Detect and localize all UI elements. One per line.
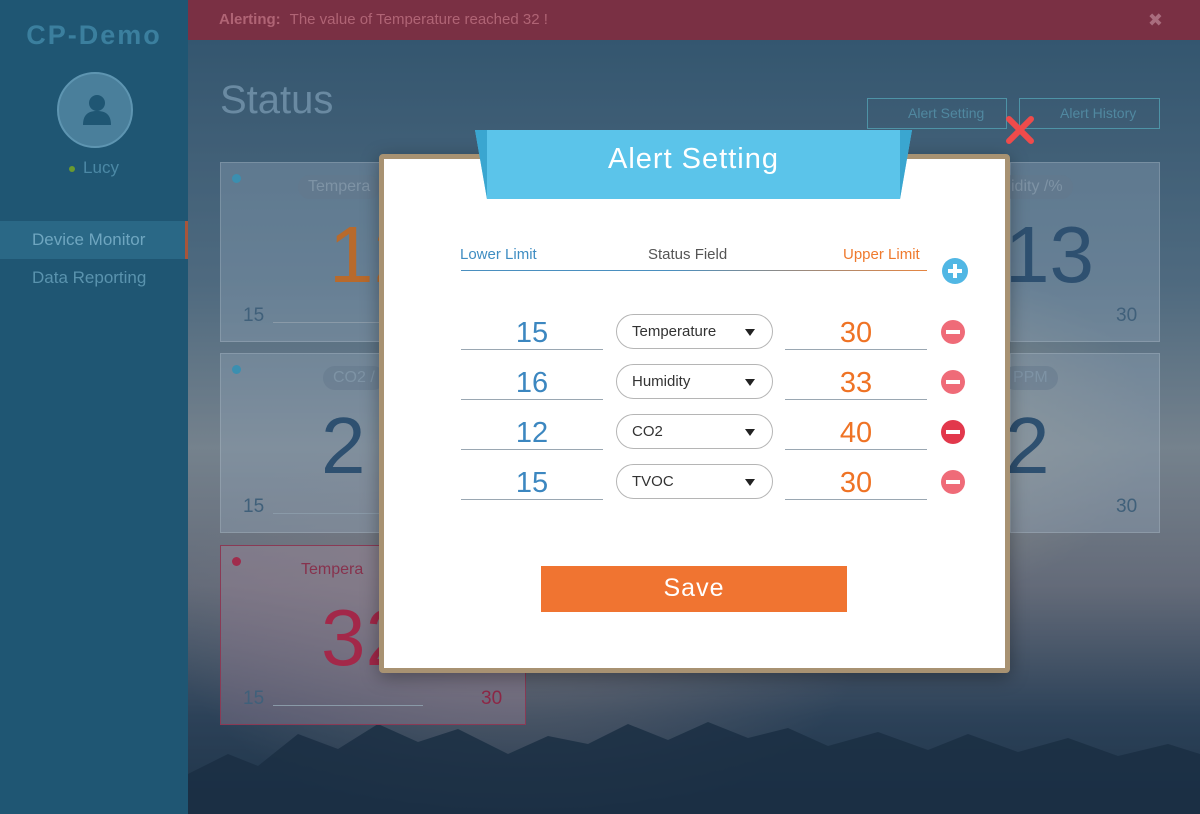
status-field-select[interactable]: Temperature — [616, 314, 773, 349]
lower-limit-input[interactable]: 15 — [461, 464, 603, 500]
card-label: idity /% — [1001, 175, 1073, 199]
caret-down-icon — [745, 479, 755, 486]
alert-history-button[interactable]: Alert History — [1019, 98, 1160, 129]
upper-limit-input[interactable]: 33 — [785, 364, 927, 400]
sidebar: CP-Demo Lucy Device Monitor Data Reporti… — [0, 0, 188, 814]
card-max: 30 — [481, 688, 503, 709]
online-indicator — [69, 165, 76, 172]
alarm-led — [232, 557, 241, 566]
header-divider — [461, 270, 927, 271]
status-field-value: TVOC — [632, 473, 674, 490]
add-row-button[interactable] — [942, 258, 968, 284]
save-button[interactable]: Save — [541, 566, 847, 612]
alert-banner-message: The value of Temperature reached 32 ! — [289, 11, 548, 28]
lower-limit-input[interactable]: 12 — [461, 414, 603, 450]
status-field-header: Status Field — [648, 246, 728, 263]
dialog-close-icon[interactable] — [1004, 114, 1036, 146]
caret-down-icon — [745, 429, 755, 436]
limit-row: 15 Temperature 30 — [0, 314, 1200, 354]
alert-banner-label: Alerting: — [219, 11, 281, 28]
status-field-select[interactable]: TVOC — [616, 464, 773, 499]
remove-row-button[interactable] — [941, 370, 965, 394]
sidebar-item-data-reporting[interactable]: Data Reporting — [0, 259, 188, 297]
remove-row-button[interactable] — [941, 320, 965, 344]
card-value: 13 — [1005, 210, 1094, 299]
alert-setting-label: Alert Setting — [908, 105, 985, 121]
status-field-value: Humidity — [632, 373, 691, 390]
lower-limit-header: Lower Limit — [460, 246, 537, 263]
card-min: 15 — [243, 688, 265, 709]
alert-banner: Alerting: The value of Temperature reache… — [188, 0, 1200, 40]
lower-limit-input[interactable]: 15 — [461, 314, 603, 350]
card-label: Tempera — [298, 175, 381, 199]
card-scale — [273, 696, 423, 706]
card-label: Tempera — [301, 561, 364, 578]
status-field-value: Temperature — [632, 323, 717, 340]
alert-history-label: Alert History — [1060, 105, 1137, 121]
upper-limit-header: Upper Limit — [843, 246, 920, 263]
limit-row: 15 TVOC 30 — [0, 464, 1200, 504]
sidebar-item-device-monitor[interactable]: Device Monitor — [0, 221, 188, 259]
sidebar-nav: Device Monitor Data Reporting — [0, 221, 188, 297]
user-name: Lucy — [83, 158, 119, 177]
avatar[interactable] — [57, 72, 133, 148]
limit-row: 16 Humidity 33 — [0, 364, 1200, 404]
caret-down-icon — [745, 379, 755, 386]
close-icon[interactable]: ✖ — [1148, 0, 1163, 40]
upper-limit-input[interactable]: 40 — [785, 414, 927, 450]
caret-down-icon — [745, 329, 755, 336]
status-field-select[interactable]: Humidity — [616, 364, 773, 399]
limit-row: 12 CO2 40 — [0, 414, 1200, 454]
page-title: Status — [220, 78, 334, 122]
remove-row-button[interactable] — [941, 470, 965, 494]
status-field-select[interactable]: CO2 — [616, 414, 773, 449]
remove-row-button[interactable] — [941, 420, 965, 444]
upper-limit-input[interactable]: 30 — [785, 314, 927, 350]
dialog-title: Alert Setting — [608, 143, 779, 175]
upper-limit-input[interactable]: 30 — [785, 464, 927, 500]
lower-limit-input[interactable]: 16 — [461, 364, 603, 400]
user-status: Lucy — [0, 158, 188, 178]
status-led — [232, 174, 241, 183]
brand-logo: CP-Demo — [26, 20, 162, 50]
status-field-value: CO2 — [632, 423, 663, 440]
user-icon — [83, 95, 111, 125]
alert-setting-button[interactable]: Alert Setting — [867, 98, 1007, 129]
